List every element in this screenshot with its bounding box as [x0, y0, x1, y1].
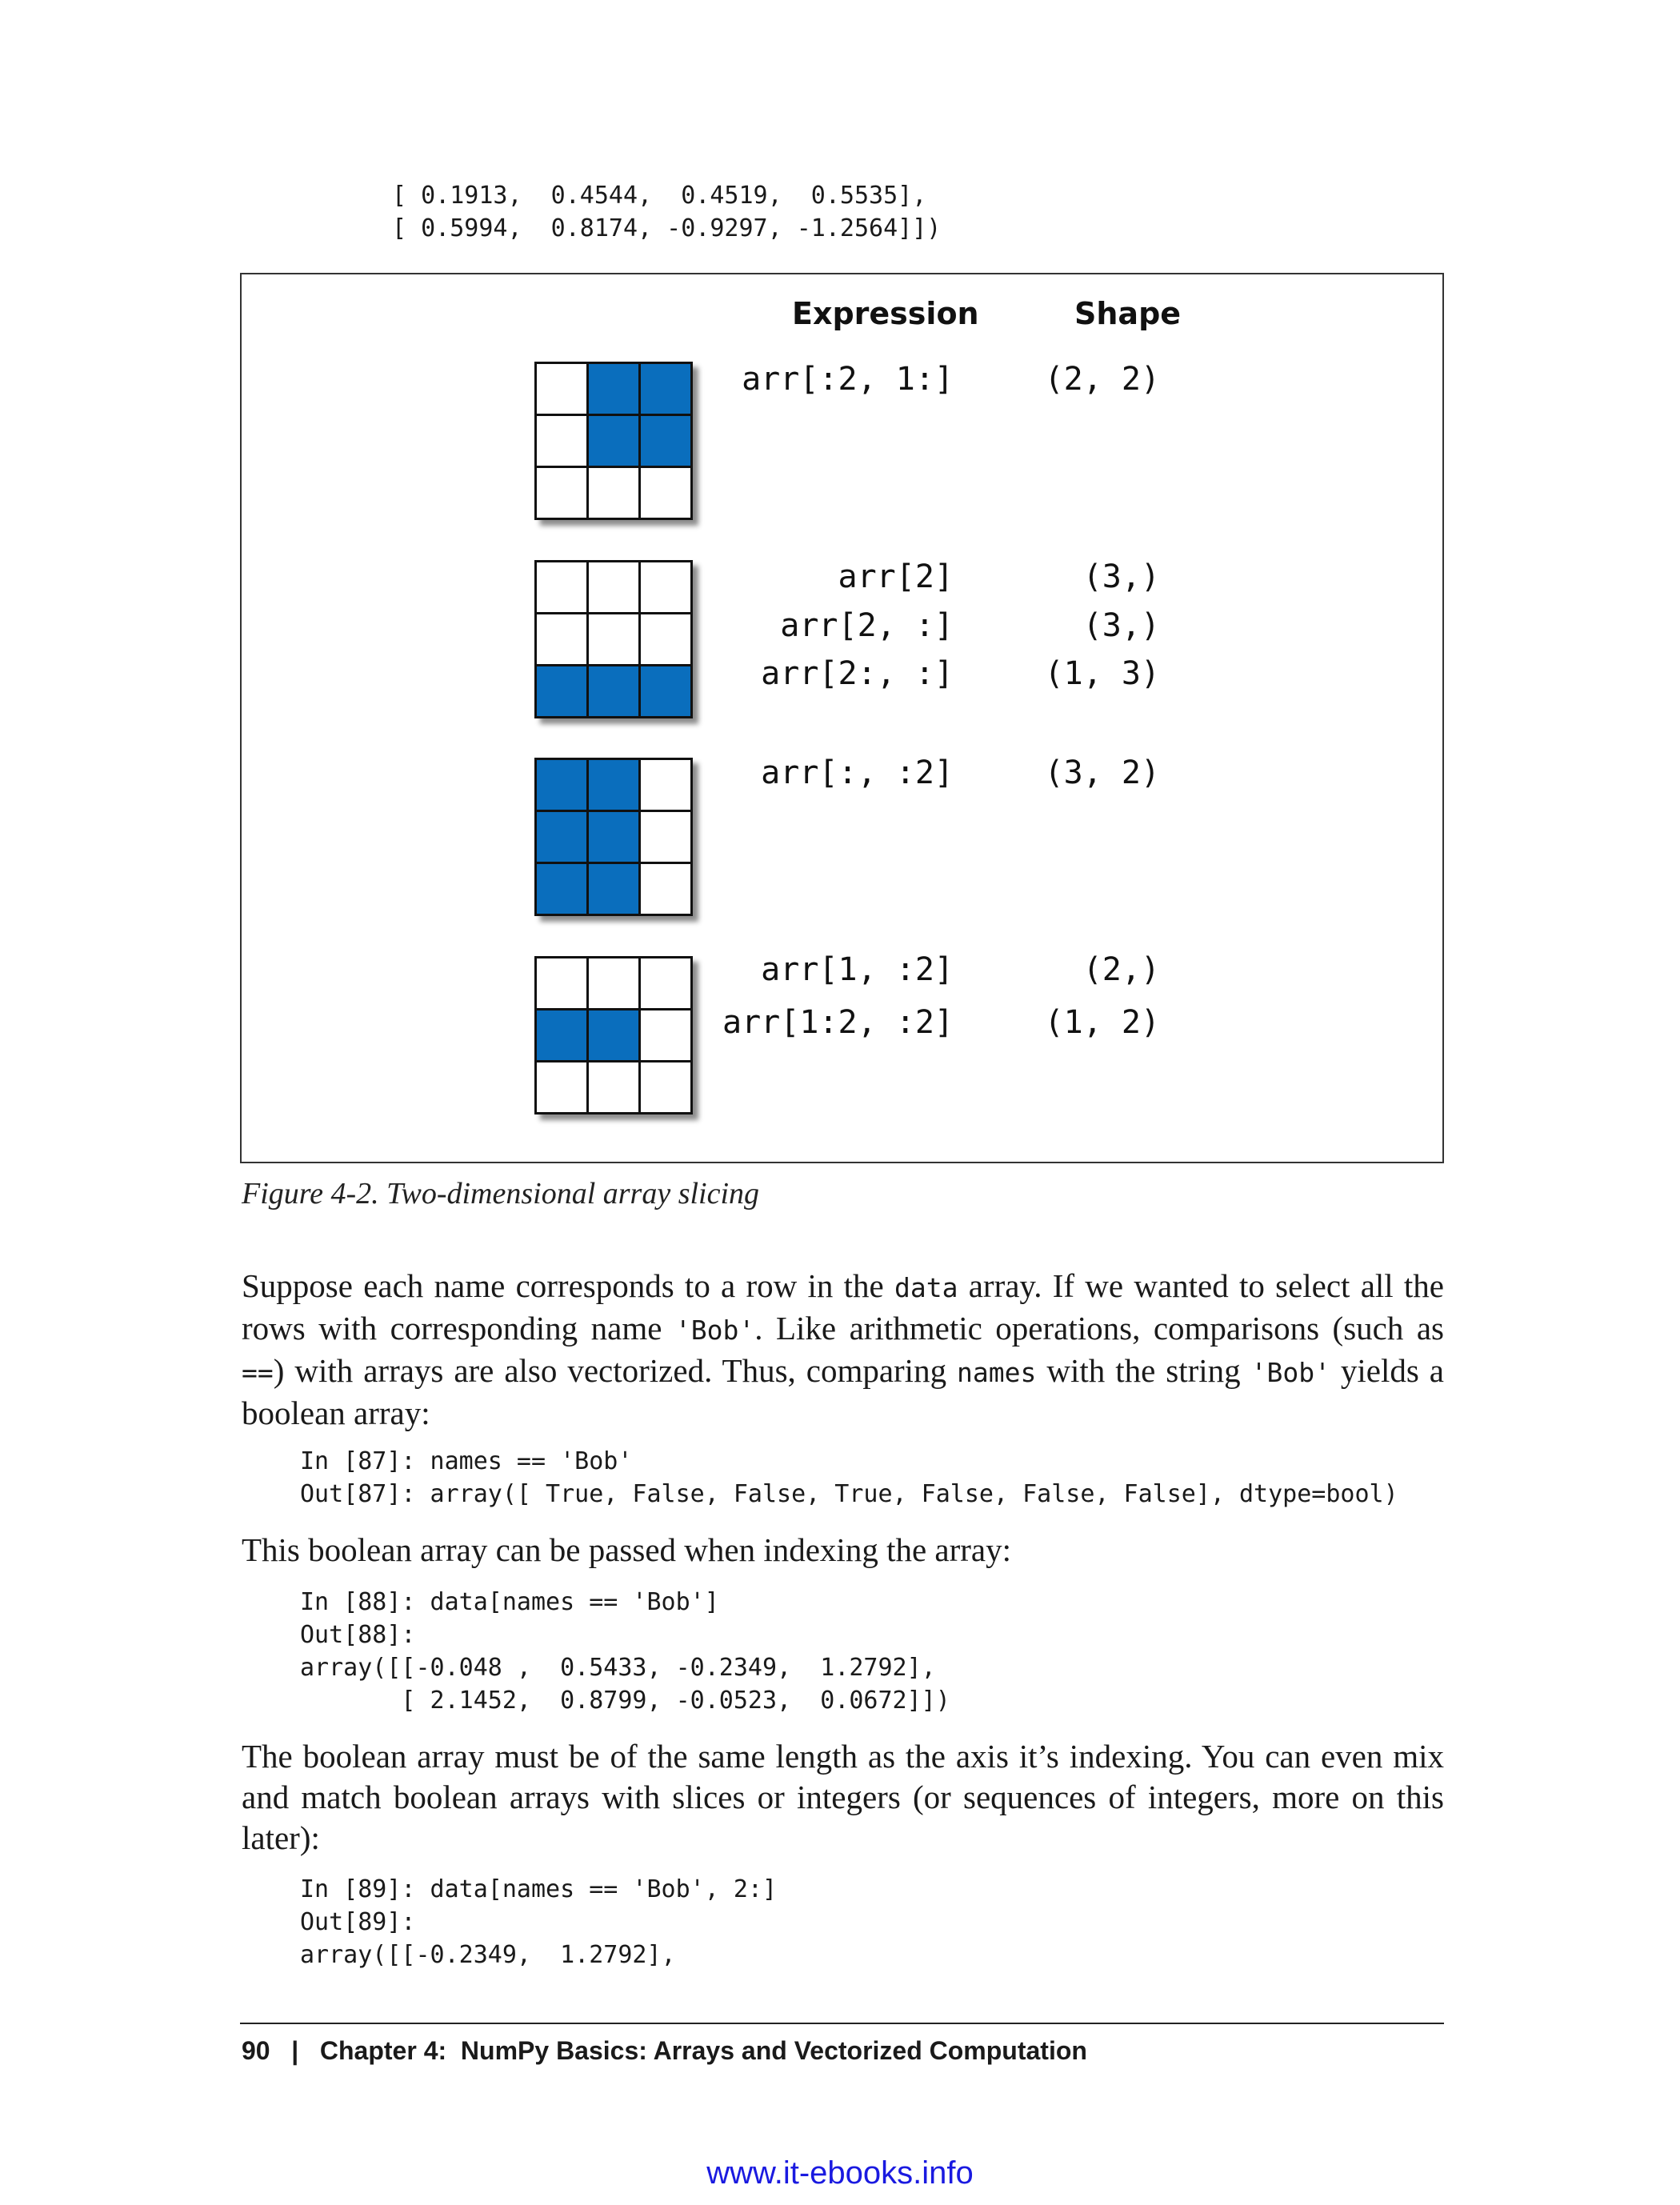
paragraph-3: The boolean array must be of the same le…: [242, 1738, 1444, 1856]
grid-cell: [537, 562, 586, 612]
expression: arr[2, :]: [780, 607, 954, 644]
text: ) with arrays are also vectorized. Thus,…: [273, 1352, 958, 1389]
expression: arr[2]: [838, 558, 954, 595]
slice-grid-4: [534, 956, 693, 1115]
top-code-block: [ 0.1913, 0.4544, 0.4519, 0.5535], [ 0.59…: [392, 179, 941, 245]
grid-cell-selected: [589, 864, 638, 914]
grid-cell-selected: [537, 864, 586, 914]
code-line: [ 0.5994, 0.8174, -0.9297, -1.2564]]): [392, 214, 942, 242]
code-line: Out[88]:: [300, 1621, 416, 1649]
grid-cell-selected: [589, 666, 638, 716]
code-block-3: In [89]: data[names == 'Bob', 2:] Out[89]…: [300, 1873, 777, 1971]
expression: arr[1:2, :2]: [722, 1004, 954, 1041]
page-number: 90: [242, 2036, 270, 2065]
code-line: In [87]: names == 'Bob': [300, 1447, 633, 1475]
code-line: Out[87]: array([ True, False, False, Tru…: [300, 1480, 1398, 1508]
grid-cell: [641, 760, 690, 810]
grid-cell-selected: [589, 416, 638, 466]
expression: arr[2:, :]: [761, 655, 954, 692]
grid-cell: [641, 614, 690, 664]
grid-cell-selected: [589, 812, 638, 862]
slice-grid-1: [534, 362, 693, 520]
code-block-2: In [88]: data[names == 'Bob'] Out[88]: arr…: [300, 1586, 950, 1717]
expression: arr[1, :2]: [761, 951, 954, 988]
grid-cell: [641, 958, 690, 1008]
inline-code: ==: [242, 1357, 274, 1388]
shape-value: (3,): [1082, 607, 1160, 644]
grid-cell: [589, 958, 638, 1008]
grid-cell: [589, 562, 638, 612]
grid-cell: [641, 812, 690, 862]
grid-cell-selected: [537, 666, 586, 716]
grid-cell: [589, 614, 638, 664]
text: with the string: [1036, 1352, 1251, 1389]
grid-cell: [641, 468, 690, 518]
shape-column: (2, 2) (3,) (3,) (1, 3) (3, 2) (2,) (1, …: [1040, 273, 1161, 1163]
grid-cell-selected: [641, 416, 690, 466]
grid-cell: [537, 614, 586, 664]
slice-grid-3: [534, 758, 693, 916]
grid-cell: [589, 468, 638, 518]
footer-separator: |: [291, 2036, 299, 2065]
code-line: array([[-0.2349, 1.2792],: [300, 1941, 676, 1969]
website-link[interactable]: www.it-ebooks.info: [0, 2155, 1680, 2191]
grid-cell-selected: [641, 364, 690, 414]
expression-column: arr[:2, 1:] arr[2] arr[2, :] arr[2:, :] …: [704, 273, 954, 1163]
shape-value: (2,): [1082, 951, 1160, 988]
grid-cell-selected: [589, 760, 638, 810]
footer-rule: [240, 2023, 1444, 2024]
grid-cell: [537, 364, 586, 414]
grid-cell: [537, 468, 586, 518]
inline-code: 'Bob': [674, 1315, 755, 1346]
grid-cell: [537, 1062, 586, 1112]
code-line: array([[-0.048 , 0.5433, -0.2349, 1.2792…: [300, 1654, 936, 1682]
grid-cell-selected: [641, 666, 690, 716]
grid-cell-selected: [537, 1010, 586, 1060]
paragraph-1: Suppose each name corresponds to a row i…: [242, 1266, 1444, 1434]
inline-code: 'Bob': [1250, 1357, 1330, 1388]
grid-cell: [641, 864, 690, 914]
shape-value: (2, 2): [1044, 361, 1161, 398]
text: Suppose each name corresponds to a row i…: [242, 1267, 894, 1304]
inline-code: names: [957, 1357, 1037, 1388]
expression: arr[:, :2]: [761, 754, 954, 791]
grid-cell-selected: [537, 812, 586, 862]
code-line: Out[89]:: [300, 1908, 416, 1936]
code-line: [ 0.1913, 0.4544, 0.4519, 0.5535],: [392, 182, 927, 210]
grid-cell-selected: [589, 364, 638, 414]
shape-value: (1, 3): [1044, 655, 1161, 692]
inline-code: data: [894, 1272, 958, 1303]
expression: arr[:2, 1:]: [742, 361, 954, 398]
page-footer: 90 | Chapter 4: NumPy Basics: Arrays and…: [242, 2036, 1087, 2066]
slice-grid-2: [534, 560, 693, 718]
code-line: In [88]: data[names == 'Bob']: [300, 1588, 719, 1616]
grid-cell: [641, 562, 690, 612]
shape-value: (3,): [1082, 558, 1160, 595]
shape-value: (3, 2): [1044, 754, 1161, 791]
grid-cell: [641, 1062, 690, 1112]
text: . Like arithmetic operations, comparison…: [754, 1310, 1444, 1347]
code-line: [ 2.1452, 0.8799, -0.0523, 0.0672]]): [300, 1687, 950, 1715]
figure-caption: Figure 4-2. Two-dimensional array slicin…: [242, 1177, 760, 1211]
grid-cell: [589, 1062, 638, 1112]
paragraph-2: This boolean array can be passed when in…: [242, 1531, 1011, 1568]
grid-cell: [641, 1010, 690, 1060]
code-block-1: In [87]: names == 'Bob' Out[87]: array([ …: [300, 1445, 1398, 1511]
grid-cell: [537, 958, 586, 1008]
shape-value: (1, 2): [1044, 1004, 1161, 1041]
grid-cell-selected: [537, 760, 586, 810]
chapter-title: Chapter 4: NumPy Basics: Arrays and Vect…: [319, 2036, 1087, 2065]
grid-cell: [537, 416, 586, 466]
code-line: In [89]: data[names == 'Bob', 2:]: [300, 1875, 778, 1903]
grid-cell-selected: [589, 1010, 638, 1060]
